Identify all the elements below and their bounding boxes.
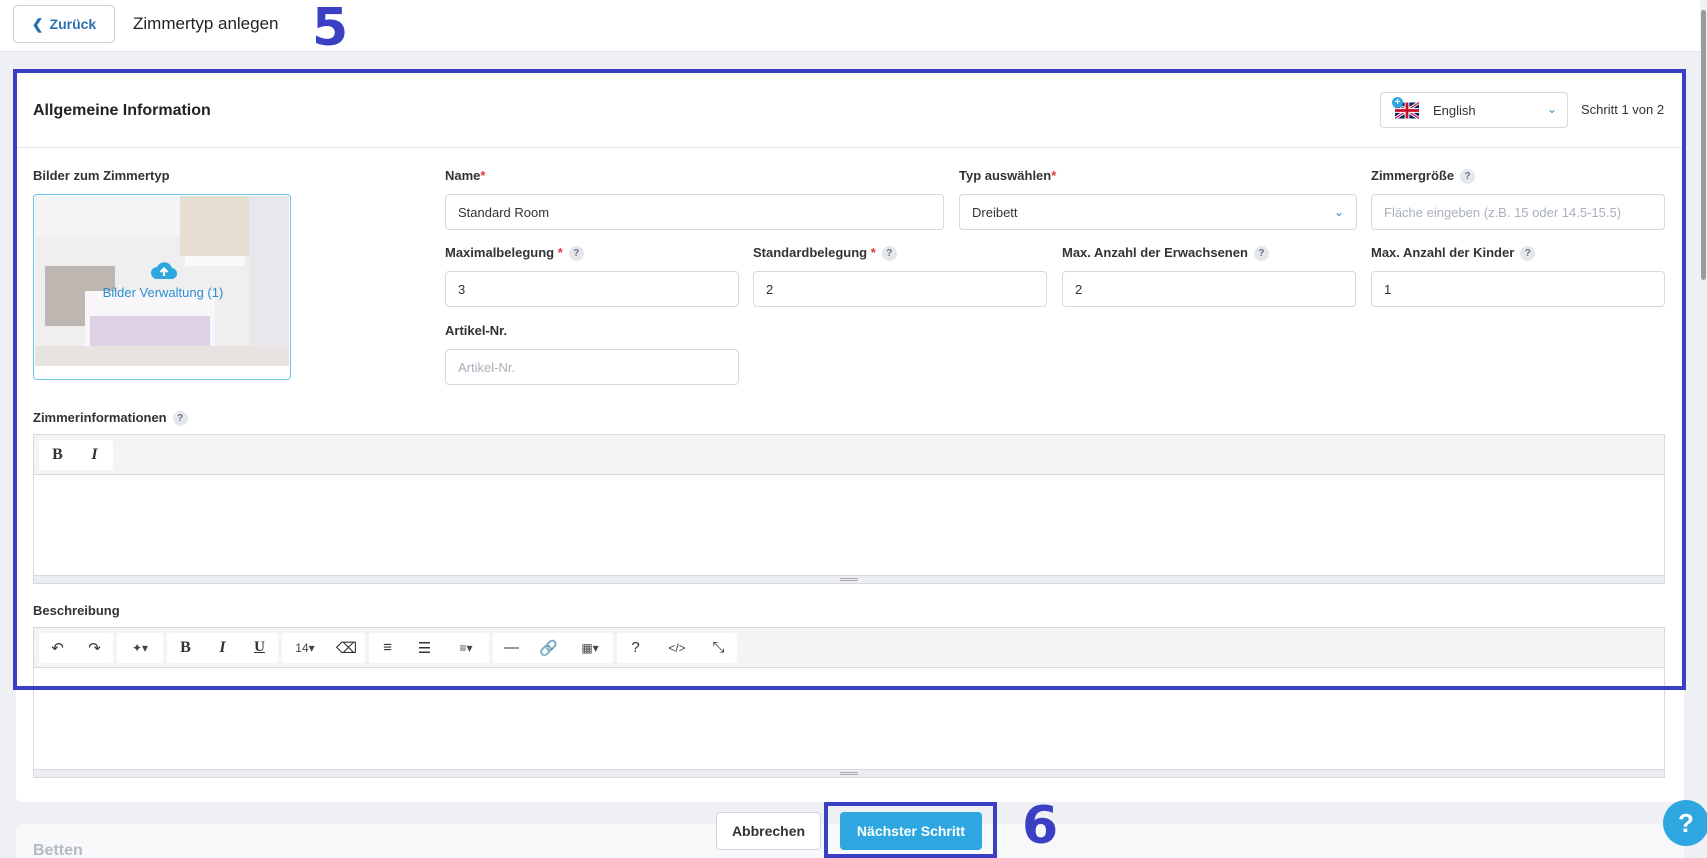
cancel-button[interactable]: Abbrechen xyxy=(716,812,821,850)
std-occupancy-input[interactable]: 2 xyxy=(753,271,1047,307)
help-icon[interactable]: ? xyxy=(1520,246,1536,261)
back-button-label: Zurück xyxy=(49,16,97,32)
size-input[interactable]: Fläche eingeben (z.B. 15 oder 14.5-15.5) xyxy=(1371,194,1665,230)
article-no-label: Artikel-Nr. xyxy=(445,323,508,338)
chevron-down-icon: ⌄ xyxy=(1546,102,1557,116)
link-icon[interactable]: 🔗 xyxy=(530,633,567,663)
bold-button[interactable]: B xyxy=(167,633,204,663)
bold-button[interactable]: B xyxy=(39,440,76,470)
description-toolbar: ↶ ↷ ✦▾ B I U 14 ▾ ⌫ ≡ ☰ ≡▾ — 🔗 ▦▾ ? </> … xyxy=(34,628,1664,668)
font-size-select[interactable]: 14 ▾ xyxy=(282,633,328,663)
article-no-input[interactable]: Artikel-Nr. xyxy=(445,349,739,385)
underline-button[interactable]: U xyxy=(241,633,278,663)
room-info-editor[interactable]: B I xyxy=(33,434,1665,584)
fullscreen-icon[interactable]: ⤡ xyxy=(700,633,737,663)
horizontal-rule-icon[interactable]: — xyxy=(493,633,530,663)
help-icon[interactable]: ? xyxy=(568,246,584,261)
max-occupancy-label: Maximalbelegung *? xyxy=(445,245,584,261)
bullet-list-icon[interactable]: ≡ xyxy=(369,633,406,663)
name-label: Name* xyxy=(445,168,486,183)
back-button[interactable]: ❮ Zurück xyxy=(13,5,115,43)
insert-group: — 🔗 ▦▾ xyxy=(493,632,613,663)
room-photo xyxy=(35,196,289,366)
images-label: Bilder zum Zimmertyp xyxy=(33,168,170,183)
help-icon[interactable]: ? xyxy=(1253,246,1269,261)
general-info-card: Allgemeine Information + English ⌄ Schri… xyxy=(16,72,1684,802)
top-bar: ❮ Zurück Zimmertyp anlegen xyxy=(0,0,1700,52)
beds-label: Betten xyxy=(33,842,83,858)
table-icon[interactable]: ▦▾ xyxy=(567,633,613,663)
card-title: Allgemeine Information xyxy=(33,102,211,119)
annotation-step-5: 5 xyxy=(312,0,349,58)
annotation-step-6: 6 xyxy=(1022,796,1059,856)
redo-icon[interactable]: ↷ xyxy=(76,633,113,663)
max-children-input[interactable]: 1 xyxy=(1371,271,1665,307)
description-editor[interactable]: ↶ ↷ ✦▾ B I U 14 ▾ ⌫ ≡ ☰ ≡▾ — 🔗 ▦▾ ? </> … xyxy=(33,627,1665,778)
page-scrollbar[interactable] xyxy=(1700,0,1707,858)
std-occupancy-label: Standardbelegung *? xyxy=(753,245,897,261)
style-group: ✦▾ xyxy=(117,632,163,663)
align-icon[interactable]: ≡▾ xyxy=(443,633,489,663)
help-icon[interactable]: ? xyxy=(1460,169,1476,184)
page-title: Zimmertyp anlegen xyxy=(133,14,279,33)
help-icon[interactable]: ? xyxy=(172,411,188,426)
help-fab-button[interactable]: ? xyxy=(1663,800,1707,846)
description-label: Beschreibung xyxy=(33,603,120,618)
italic-button[interactable]: I xyxy=(204,633,241,663)
editor-resize-handle[interactable] xyxy=(34,769,1664,777)
help-button[interactable]: ? xyxy=(617,633,654,663)
size-label: Zimmergröße? xyxy=(1371,168,1476,184)
code-view-button[interactable]: </> xyxy=(654,633,700,663)
italic-button[interactable]: I xyxy=(76,440,113,470)
max-adults-label: Max. Anzahl der Erwachsenen? xyxy=(1062,245,1269,261)
room-info-toolbar: B I xyxy=(34,435,1664,475)
type-select[interactable]: Dreibett ⌄ xyxy=(959,194,1357,230)
max-children-label: Max. Anzahl der Kinder? xyxy=(1371,245,1536,261)
eraser-icon[interactable]: ⌫ xyxy=(328,633,365,663)
help-icon[interactable]: ? xyxy=(881,246,897,261)
chevron-down-icon: ⌄ xyxy=(1333,205,1344,219)
language-value: English xyxy=(1433,103,1476,118)
type-select-value: Dreibett xyxy=(972,204,1018,220)
fontsize-group: 14 ▾ ⌫ xyxy=(282,632,365,663)
room-image-manager[interactable]: Bilder Verwaltung (1) xyxy=(33,194,291,380)
max-adults-input[interactable]: 2 xyxy=(1062,271,1356,307)
chevron-left-icon: ❮ xyxy=(31,15,44,32)
cloud-upload-icon xyxy=(151,262,177,280)
format-group: B I xyxy=(39,439,113,470)
history-group: ↶ ↷ xyxy=(39,632,113,663)
scrollbar-thumb[interactable] xyxy=(1701,10,1706,280)
card-header: Allgemeine Information + English ⌄ Schri… xyxy=(16,72,1684,148)
numbered-list-icon[interactable]: ☰ xyxy=(406,633,443,663)
type-label: Typ auswählen* xyxy=(959,168,1057,183)
language-select[interactable]: + English ⌄ xyxy=(1380,92,1568,128)
room-info-label: Zimmerinformationen? xyxy=(33,410,188,426)
list-group: ≡ ☰ ≡▾ xyxy=(369,632,489,663)
max-occupancy-input[interactable]: 3 xyxy=(445,271,739,307)
editor-resize-handle[interactable] xyxy=(34,575,1664,583)
step-indicator: Schritt 1 von 2 xyxy=(1581,102,1665,117)
manage-images-link[interactable]: Bilder Verwaltung (1) xyxy=(34,285,290,300)
name-input[interactable]: Standard Room xyxy=(445,194,944,230)
magic-wand-icon[interactable]: ✦▾ xyxy=(117,633,163,663)
undo-icon[interactable]: ↶ xyxy=(39,633,76,663)
plus-icon: + xyxy=(1392,97,1403,108)
next-step-button[interactable]: Nächster Schritt xyxy=(840,812,982,850)
font-group: B I U xyxy=(167,632,278,663)
misc-group: ? </> ⤡ xyxy=(617,632,737,663)
